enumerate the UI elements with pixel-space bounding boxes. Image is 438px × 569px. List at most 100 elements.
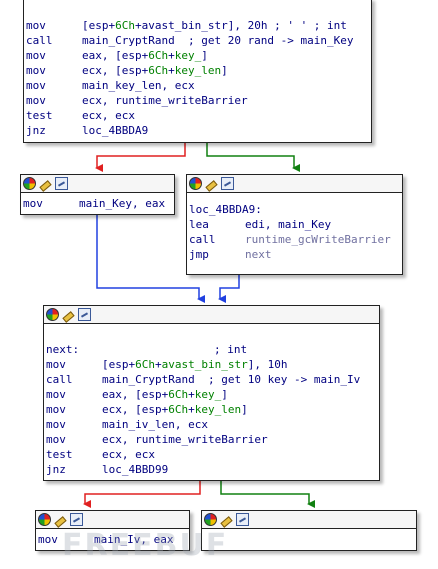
mnemonic: jnz [46,463,66,476]
operand-text: loc_4BBD99 [102,463,169,476]
operand-text: next [245,248,272,261]
block4-code: next:; int mov [esp+ 6Ch + avast_bin_str], 1… [44,324,379,480]
operand-text: key_len [194,403,242,416]
operand-text: 6Ch [115,19,135,32]
operand-text: main_CryptRand ; get 10 key -> main_Iv [102,373,361,386]
edge-true-1 [206,142,300,172]
color-picker-icon[interactable] [189,177,202,190]
mnemonic: mov [26,64,46,77]
edit-pen-icon[interactable] [220,513,233,526]
block3-label: loc_4BBDA9: [189,203,262,216]
code-line[interactable]: jnz loc_4BBDA9 [26,123,371,138]
operand-text: ], 10h [247,358,288,371]
code-line[interactable]: call main_CryptRand ; get 20 rand -> main… [26,33,371,48]
mnemonic: jmp [189,248,209,261]
operand-text: ] [221,388,228,401]
operand-text: [esp+ [82,19,116,32]
block2-code: mov main_Key, eax [21,193,174,214]
operand-text: main_CryptRand ; get 20 rand -> main_Key [82,34,354,47]
operand-text: avast_bin_str [161,358,248,371]
operand-text: ecx, [esp+ [102,403,169,416]
operand-text: key_ [194,388,222,401]
code-block-crypt-rand-key[interactable]: mov [esp+ 6Ch +avast_bin_str], 20h ; ' ' ; … [23,0,372,143]
code-line[interactable]: mov main_iv_len, ecx [46,417,379,432]
operand-text: + [188,403,195,416]
edit-pen-icon[interactable] [62,308,75,321]
graph-view-icon[interactable] [55,177,68,190]
color-picker-icon[interactable] [204,513,217,526]
mnemonic: mov [23,197,43,210]
mnemonic: mov [46,388,66,401]
code-line[interactable]: jnz loc_4BBD99 [46,462,379,477]
operand-text: main_iv_len, ecx [102,418,208,431]
mnemonic: lea [189,218,209,231]
mnemonic: jnz [26,124,46,137]
block4-label-comment: ; int [214,343,248,356]
code-line[interactable]: call main_CryptRand ; get 10 key -> main_… [46,372,379,387]
mnemonic: mov [46,358,66,371]
operand-text: [esp+ [102,358,136,371]
mnemonic: mov [46,418,66,431]
mnemonic: mov [26,94,46,107]
operand-text: main_key_len, ecx [82,79,195,92]
color-picker-icon[interactable] [23,177,36,190]
graph-view-icon[interactable] [221,177,234,190]
operand-text: key_ [174,49,202,62]
graph-view-icon[interactable] [236,513,249,526]
operand-text: ecx, runtime_writeBarrier [102,433,268,446]
code-block-next[interactable]: next:; int mov [esp+ 6Ch + avast_bin_str], 1… [43,305,380,481]
code-line[interactable]: mov ecx, runtime_writeBarrier [26,93,371,108]
operand-text: loc_4BBDA9 [82,124,149,137]
mnemonic: call [189,233,216,246]
code-line[interactable]: mov eax, [esp+ 6Ch + key_] [46,387,379,402]
code-line[interactable]: mov ecx, [esp+ 6Ch + key_len] [26,63,371,78]
mnemonic: call [46,373,73,386]
color-picker-icon[interactable] [38,513,51,526]
color-picker-icon[interactable] [46,308,59,321]
operand-text: ] [241,403,248,416]
operand-text: + [168,49,175,62]
code-block-iv-branch[interactable] [201,510,417,551]
code-line[interactable]: mov main_Key, eax [23,196,174,211]
operand-text: edi, main_Key [245,218,332,231]
code-line[interactable]: call runtime_gcWriteBarrier [189,232,402,247]
watermark-logo: FREEBUF [62,528,229,563]
mnemonic: mov [26,79,46,92]
code-line[interactable]: mov eax, [esp+ 6Ch + key_] [26,48,371,63]
operand-text: ecx, runtime_writeBarrier [82,94,248,107]
block1-code: mov [esp+ 6Ch +avast_bin_str], 20h ; ' ' ; … [24,0,371,141]
operand-text: ecx, ecx [82,109,135,122]
edit-pen-icon[interactable] [205,177,218,190]
mnemonic: mov [26,49,46,62]
block3-code: loc_4BBDA9: lea edi, main_Key call runtime_… [187,193,402,265]
code-line[interactable]: test ecx, ecx [26,108,371,123]
code-block-store-key[interactable]: mov main_Key, eax [20,174,175,215]
code-line[interactable]: test ecx, ecx [46,447,379,462]
graph-view-icon[interactable] [78,308,91,321]
operand-text: + [155,358,162,371]
operand-text: ecx, ecx [102,448,155,461]
edge-jump-1 [96,214,205,303]
operand-text: +avast_bin_str], 20h ; ' ' ; int [135,19,347,32]
code-line[interactable]: mov ecx, [esp+ 6Ch + key_len] [46,402,379,417]
edit-pen-icon[interactable] [39,177,52,190]
operand-text: 6Ch [135,358,155,371]
code-line[interactable]: mov [esp+ 6Ch + avast_bin_str], 10h [46,357,379,372]
code-line[interactable]: mov ecx, runtime_writeBarrier [46,432,379,447]
operand-text: 6Ch [148,49,169,62]
operand-text: + [168,64,175,77]
code-block-loc-4bbda9[interactable]: loc_4BBDA9: lea edi, main_Key call runtime_… [186,174,403,275]
graph-view-icon[interactable] [70,513,83,526]
code-line[interactable]: jmp next [189,247,402,262]
mnemonic: mov [46,403,66,416]
operand-text: eax, [esp+ [102,388,169,401]
code-line[interactable]: mov [esp+ 6Ch +avast_bin_str], 20h ; ' ' ; … [26,18,371,33]
edit-pen-icon[interactable] [54,513,67,526]
edge-false-2 [83,480,201,508]
operand-text: eax, [esp+ [82,49,149,62]
operand-text: 6Ch [168,388,189,401]
code-line[interactable]: lea edi, main_Key [189,217,402,232]
mnemonic: test [46,448,73,461]
mnemonic: call [26,34,53,47]
code-line[interactable]: mov main_key_len, ecx [26,78,371,93]
